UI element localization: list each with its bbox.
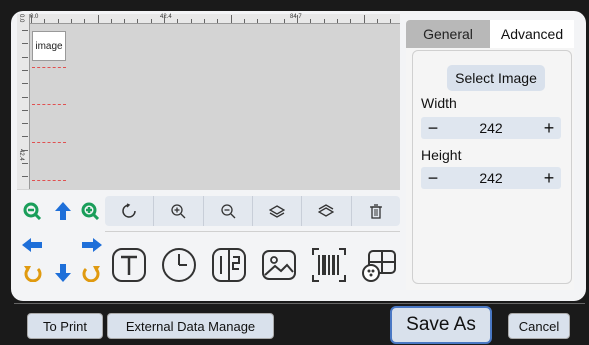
bottom-divider — [14, 303, 585, 304]
ruler-tick — [257, 19, 259, 23]
ruler-tick — [150, 19, 152, 23]
table-tool-icon[interactable] — [358, 244, 400, 286]
ruler-tick — [323, 19, 325, 23]
advanced-settings: Select Image Width − 242 + Height − 242 … — [412, 50, 572, 284]
ruler-tick — [110, 19, 112, 23]
ruler-tick — [22, 123, 28, 125]
layer-up-icon[interactable] — [253, 196, 303, 226]
ruler-tick — [84, 19, 86, 23]
label-canvas[interactable] — [17, 14, 400, 190]
properties-panel: General Advanced Select Image Width − 24… — [406, 20, 574, 290]
canvas-toolbar — [105, 196, 400, 226]
height-label: Height — [421, 147, 462, 163]
ruler-label-mid: 42.4 — [160, 14, 172, 20]
ruler-left-label: 42.4 — [18, 149, 24, 161]
height-decrement-button[interactable]: − — [421, 168, 445, 189]
external-data-manage-button[interactable]: External Data Manage — [107, 313, 274, 339]
ruler-tick — [22, 149, 28, 151]
guide-line — [32, 104, 66, 105]
layer-down-icon[interactable] — [302, 196, 352, 226]
ruler-tick — [22, 96, 28, 98]
rotate-cw-icon[interactable] — [80, 264, 102, 282]
height-increment-button[interactable]: + — [537, 168, 561, 189]
property-tabs: General Advanced — [406, 20, 574, 48]
width-label: Width — [421, 95, 457, 111]
arrow-right-icon[interactable] — [80, 236, 102, 254]
ruler-tick — [22, 109, 28, 111]
ruler-tick — [44, 19, 46, 23]
ruler-tick — [124, 19, 126, 23]
ruler-tick — [336, 19, 338, 23]
ruler-tick — [22, 43, 28, 45]
ruler-tick — [350, 19, 352, 23]
height-value[interactable]: 242 — [479, 170, 502, 186]
clock-tool-icon[interactable] — [158, 244, 200, 286]
tab-advanced[interactable]: Advanced — [490, 20, 574, 48]
ruler-tick — [363, 15, 365, 23]
nudge-pad — [22, 198, 108, 288]
tab-general[interactable]: General — [406, 20, 490, 48]
ruler-tick — [22, 136, 28, 138]
rotate-icon[interactable] — [105, 196, 155, 226]
ruler-tick — [177, 19, 179, 23]
serial-number-tool-icon[interactable] — [208, 244, 250, 286]
ruler-tick — [22, 176, 28, 178]
width-increment-button[interactable]: + — [537, 118, 561, 139]
rotate-ccw-icon[interactable] — [22, 264, 44, 282]
select-image-button[interactable]: Select Image — [447, 65, 545, 91]
ruler-tick — [297, 15, 298, 23]
top-ruler: 0.0 42.4 84.7 — [17, 14, 400, 24]
element-tools — [108, 240, 400, 290]
image-element[interactable]: image — [32, 31, 66, 61]
ruler-label-end: 84.7 — [290, 14, 302, 20]
ruler-tick — [376, 19, 378, 23]
ruler-tick — [230, 15, 232, 23]
zoom-in-icon[interactable] — [154, 196, 204, 226]
ruler-tick — [203, 19, 205, 23]
ruler-tick — [22, 30, 28, 31]
ruler-tick — [164, 15, 165, 23]
ruler-tick — [31, 15, 32, 23]
zoom-out-icon[interactable] — [204, 196, 253, 226]
save-as-button[interactable]: Save As — [390, 306, 492, 344]
ruler-left-origin: 0.0 — [18, 14, 24, 23]
guide-line — [32, 142, 66, 143]
ruler-tick — [310, 19, 312, 23]
text-tool-icon[interactable] — [108, 244, 150, 286]
ruler-tick — [390, 19, 392, 23]
image-tool-icon[interactable] — [258, 244, 300, 286]
trash-icon[interactable] — [352, 196, 400, 226]
ruler-tick — [22, 69, 28, 71]
ruler-tick — [57, 19, 59, 23]
zoom-in-icon[interactable] — [80, 202, 102, 220]
barcode-tool-icon[interactable] — [308, 244, 350, 286]
ruler-tick — [70, 19, 72, 23]
zoom-out-icon[interactable] — [22, 202, 44, 220]
arrow-down-icon[interactable] — [52, 264, 74, 282]
ruler-tick — [137, 19, 139, 23]
width-decrement-button[interactable]: − — [421, 118, 445, 139]
to-print-button[interactable]: To Print — [27, 313, 103, 339]
ruler-tick — [22, 163, 28, 164]
arrow-left-icon[interactable] — [22, 236, 44, 254]
guide-line — [32, 67, 66, 68]
height-stepper: − 242 + — [421, 167, 561, 189]
ruler-tick — [97, 15, 99, 23]
width-stepper: − 242 + — [421, 117, 561, 139]
ruler-tick — [22, 83, 28, 85]
ruler-tick — [270, 19, 272, 23]
guide-line — [32, 180, 66, 181]
toolbar-divider — [105, 231, 400, 232]
ruler-tick — [217, 19, 219, 23]
width-value[interactable]: 242 — [479, 120, 502, 136]
ruler-tick — [190, 19, 192, 23]
ruler-tick — [283, 19, 285, 23]
arrow-up-icon[interactable] — [52, 202, 74, 220]
ruler-tick — [243, 19, 245, 23]
ruler-tick — [22, 56, 28, 58]
cancel-button[interactable]: Cancel — [508, 313, 570, 339]
